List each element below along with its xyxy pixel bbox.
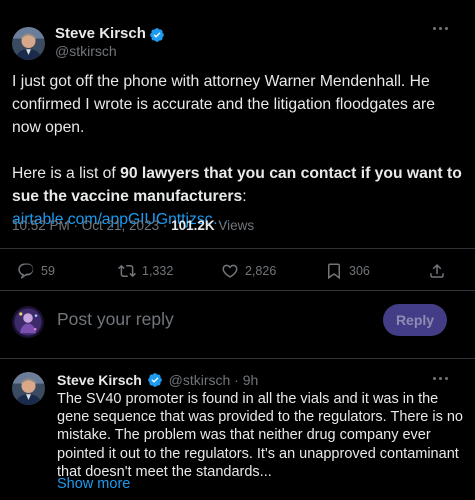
repost-icon: [118, 264, 136, 278]
views-label: Views: [214, 218, 255, 233]
like-icon: [222, 264, 238, 278]
reply-separator: ·: [230, 372, 243, 388]
divider: [0, 248, 475, 249]
more-icon[interactable]: [432, 376, 450, 382]
show-more-link[interactable]: Show more: [57, 476, 130, 492]
more-icon[interactable]: [432, 26, 450, 32]
divider: [0, 358, 475, 359]
verified-badge-icon: [150, 28, 164, 42]
author-avatar[interactable]: [12, 27, 45, 60]
reply-time[interactable]: 9h: [243, 372, 259, 388]
reply-author-name[interactable]: Steve Kirsch: [57, 372, 142, 388]
bookmark-icon: [328, 263, 340, 280]
like-count: 2,826: [245, 264, 277, 278]
view-count: 101.2K: [171, 218, 215, 233]
reply-text: The SV40 promoter is found in all the vi…: [57, 391, 463, 480]
like-action[interactable]: 2,826: [221, 252, 276, 290]
main-post: Steve Kirsch @stkirsch I just got off th…: [0, 0, 475, 500]
reply-count: 59: [41, 264, 55, 278]
divider: [0, 290, 475, 291]
repost-count: 1,332: [142, 264, 174, 278]
reply-icon: [18, 263, 34, 279]
post-text: I just got off the phone with attorney W…: [12, 70, 464, 231]
repost-action[interactable]: 1,332: [118, 252, 173, 290]
bookmark-count: 306: [349, 264, 370, 278]
share-icon: [430, 263, 444, 278]
timestamp-row: 10:52 PM · Oct 21, 2023 · 101.2K Views: [12, 218, 254, 233]
verified-badge-icon: [147, 373, 162, 387]
reply-input[interactable]: Post your reply: [57, 309, 174, 330]
action-bar: 59 1,332 2,826 306: [0, 252, 475, 290]
post-paragraph: I just got off the phone with attorney W…: [12, 73, 435, 136]
reply-button[interactable]: Reply: [383, 304, 447, 336]
user-avatar[interactable]: [12, 306, 44, 338]
post-text-plain: Here is a list of: [12, 165, 121, 182]
post-timestamp[interactable]: 10:52 PM · Oct 21, 2023 ·: [12, 218, 171, 233]
reply-author-avatar[interactable]: [12, 372, 45, 405]
reply-author-row: Steve Kirsch @stkirsch · 9h: [57, 372, 258, 388]
reply-action[interactable]: 59: [17, 252, 55, 290]
post-text-separator: :: [242, 188, 247, 205]
author-name[interactable]: Steve Kirsch: [55, 25, 146, 42]
author-handle[interactable]: @stkirsch: [55, 43, 117, 59]
bookmark-action[interactable]: 306: [325, 252, 370, 290]
reply-author-handle[interactable]: @stkirsch: [169, 372, 231, 388]
share-action[interactable]: [428, 252, 452, 290]
